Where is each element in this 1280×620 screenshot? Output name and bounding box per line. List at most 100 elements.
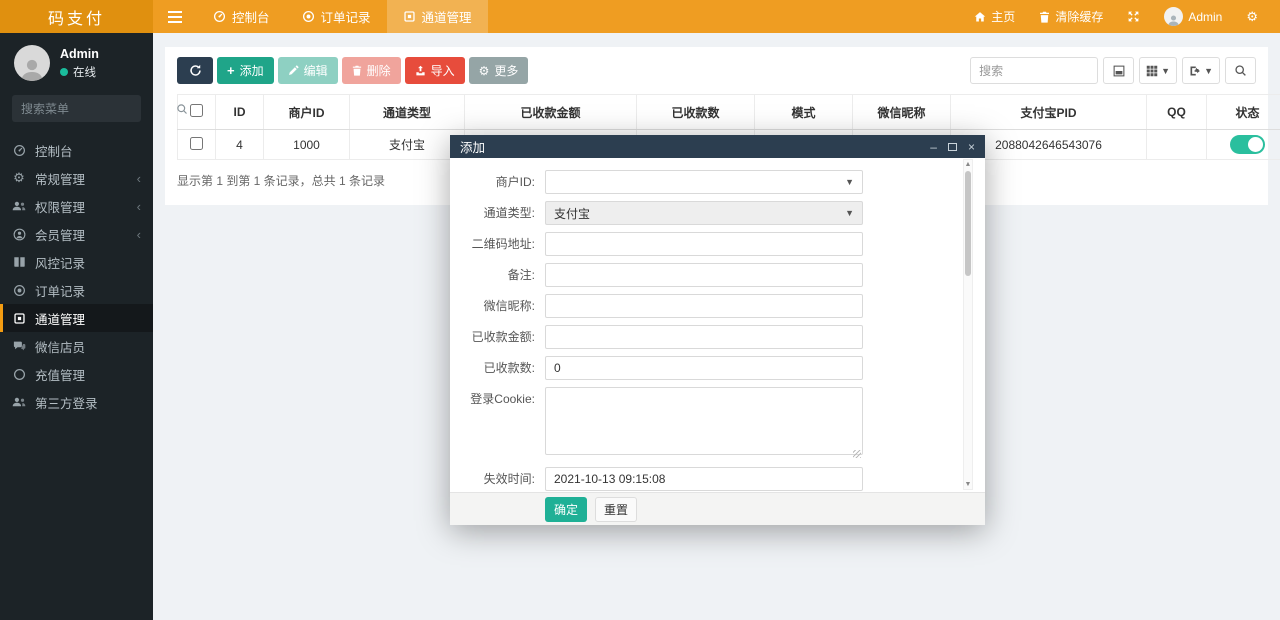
tab-order-records[interactable]: 订单记录 [286,0,387,33]
tab-dashboard[interactable]: 控制台 [197,0,286,33]
sidebar-item-order-records[interactable]: 订单记录 [0,276,153,304]
row-checkbox-cell [178,130,216,160]
status-toggle[interactable] [1230,135,1265,154]
menu-label: 订单记录 [35,281,85,300]
sidebar-item-permission-management[interactable]: 权限管理 ‹ [0,192,153,220]
row-checkbox[interactable] [190,137,203,150]
table-search-input[interactable] [970,57,1098,84]
button-label: 删除 [367,62,391,79]
columns-button[interactable]: ▼ [1139,57,1177,84]
column-header: 已收款数 [637,95,755,130]
cell-merchant-id: 1000 [264,130,350,160]
home-label: 主页 [991,8,1015,25]
avatar [14,45,50,81]
field-label: 微信昵称: [450,294,545,318]
sidebar-item-dashboard[interactable]: 控制台 [0,136,153,164]
sidebar-item-wechat-clerk[interactable]: 微信店员 [0,332,153,360]
login-cookie-textarea[interactable] [545,387,863,455]
column-header: 商户ID [264,95,350,130]
sidebar-item-member-management[interactable]: 会员管理 ‹ [0,220,153,248]
close-icon[interactable]: × [968,141,975,153]
scroll-up-icon[interactable]: ▲ [964,161,972,168]
menu-label: 微信店员 [35,337,85,356]
import-button[interactable]: 导入 [405,57,465,84]
form-row-expire-time: 失效时间: [450,467,985,491]
fullscreen-button[interactable] [1115,0,1152,33]
column-header: 模式 [755,95,853,130]
dialog-titlebar[interactable]: 添加 – × [450,135,985,158]
form-row-qrcode-url: 二维码地址: [450,232,985,256]
upload-icon [415,65,426,76]
field-label: 商户ID: [450,170,545,194]
tab-channel-management[interactable]: 通道管理 [387,0,488,33]
dialog-title: 添加 [460,137,485,156]
fullscreen-search-button[interactable] [1225,57,1256,84]
confirm-button[interactable]: 确定 [545,497,587,522]
dialog-scrollbar[interactable]: ▲ ▼ [963,159,973,490]
table-toolbar: + 添加 编辑 删除 导入 ⚙ 更多 [177,57,1256,84]
toolbar-right: ▼ ▼ [970,57,1256,84]
columns-grid-icon [1146,65,1158,77]
wechat-nickname-input[interactable] [545,294,863,318]
circle-icon [12,368,26,381]
trash-icon [1039,11,1050,23]
delete-button[interactable]: 删除 [342,57,401,84]
received-count-input[interactable] [545,356,863,380]
window-controls: – × [930,141,975,153]
select-all-checkbox[interactable] [190,104,203,117]
sidebar-user-panel: Admin 在线 [0,33,153,91]
reset-button[interactable]: 重置 [595,497,637,522]
app-logo[interactable]: 码支付 [0,0,153,33]
sidebar-user-name: Admin [60,47,99,61]
clear-cache-label: 清除缓存 [1055,8,1103,25]
settings-menu[interactable]: ⚙ [1234,0,1270,33]
field-label: 二维码地址: [450,232,545,256]
top-nav-tabs: 控制台 订单记录 通道管理 [153,0,488,33]
minimize-icon[interactable]: – [930,141,937,153]
scroll-down-icon[interactable]: ▼ [964,481,972,488]
add-button[interactable]: + 添加 [217,57,274,84]
user-menu[interactable]: Admin [1152,0,1234,33]
avatar [1164,7,1183,26]
channel-icon [403,10,416,23]
users-icon [12,200,26,212]
status-label: 在线 [73,64,96,80]
expire-time-input[interactable] [545,467,863,491]
field-label: 已收款金额: [450,325,545,349]
channel-type-select[interactable]: 支付宝 ▼ [545,201,863,225]
more-button[interactable]: ⚙ 更多 [469,57,529,84]
sidebar-item-general-management[interactable]: ⚙ 常规管理 ‹ [0,164,153,192]
expand-icon [1127,10,1140,23]
clear-cache-button[interactable]: 清除缓存 [1027,0,1115,33]
sidebar-item-risk-records[interactable]: 风控记录 [0,248,153,276]
merchant-id-select[interactable]: ▼ [545,170,863,194]
caret-down-icon: ▼ [845,177,854,187]
qrcode-url-input[interactable] [545,232,863,256]
remark-input[interactable] [545,263,863,287]
scrollbar-thumb[interactable] [965,171,971,276]
received-amount-input[interactable] [545,325,863,349]
column-header: 状态 [1207,95,1280,130]
hamburger-icon [168,11,182,23]
refresh-button[interactable] [177,57,213,84]
edit-button[interactable]: 编辑 [278,57,338,84]
menu-label: 第三方登录 [35,393,98,412]
sidebar-item-channel-management[interactable]: 通道管理 [0,304,153,332]
toggle-view-button[interactable] [1103,57,1134,84]
home-icon [974,11,986,23]
menu-label: 风控记录 [35,253,85,272]
form-row-remark: 备注: [450,263,985,287]
sidebar-item-recharge-management[interactable]: 充值管理 [0,360,153,388]
top-nav-right: 主页 清除缓存 Admin ⚙ [962,0,1280,33]
app-root: 码支付 控制台 订单记录 [0,0,1280,620]
sidebar-toggle-button[interactable] [153,0,197,33]
maximize-icon[interactable] [948,143,957,151]
home-link[interactable]: 主页 [962,0,1027,33]
export-button[interactable]: ▼ [1182,57,1220,84]
column-header: 支付宝PID [951,95,1147,130]
menu-label: 通道管理 [35,309,85,328]
card-view-icon [1113,65,1125,77]
sidebar-search-input[interactable] [21,102,176,116]
search-icon [1234,64,1247,77]
sidebar-item-third-party-login[interactable]: 第三方登录 [0,388,153,416]
